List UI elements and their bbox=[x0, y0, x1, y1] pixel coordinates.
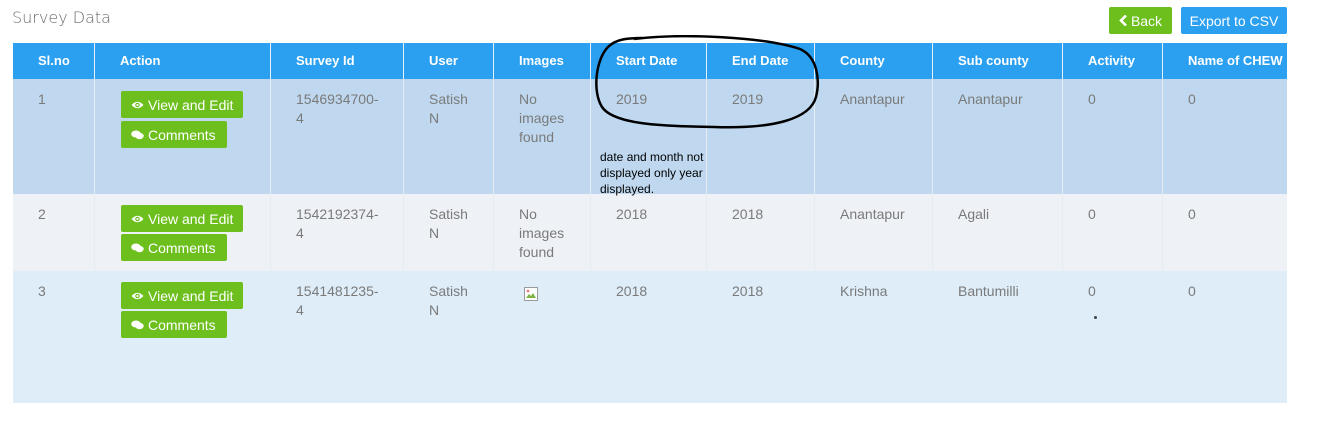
comments-icon bbox=[131, 317, 144, 333]
column-header-sub-county[interactable]: Sub county bbox=[933, 43, 1063, 79]
eye-icon bbox=[131, 211, 144, 227]
cell-user: Satish N bbox=[404, 271, 494, 403]
cell-slno: 1 bbox=[13, 79, 95, 194]
cell-activity: 0 bbox=[1063, 79, 1163, 194]
cell-user: Satish N bbox=[404, 194, 494, 271]
view-and-edit-label: View and Edit bbox=[148, 96, 234, 113]
cell-county: Krishna bbox=[815, 271, 933, 403]
table-row: 3 View and Edit Comments 1541481235-4 Sa… bbox=[13, 271, 1287, 403]
view-and-edit-button[interactable]: View and Edit bbox=[121, 91, 243, 118]
stray-dot bbox=[1094, 316, 1097, 319]
cell-survey-id: 1546934700-4 bbox=[271, 79, 404, 194]
cell-survey-id: 1542192374-4 bbox=[271, 194, 404, 271]
cell-chew: 0 bbox=[1188, 206, 1196, 222]
cell-chew: 0 bbox=[1188, 283, 1196, 299]
cell-survey-id: 1541481235-4 bbox=[271, 271, 404, 403]
cell-start-date: 2018 bbox=[591, 194, 707, 271]
chevron-left-icon bbox=[1119, 13, 1128, 29]
table-row: 2 View and Edit Comments 1542192374-4 Sa… bbox=[13, 194, 1287, 271]
column-header-activity[interactable]: Activity bbox=[1063, 43, 1163, 79]
view-and-edit-label: View and Edit bbox=[148, 210, 234, 227]
cell-county: Anantapur bbox=[815, 79, 933, 194]
cell-images: No images found bbox=[494, 194, 591, 271]
annotation-ellipse bbox=[595, 35, 819, 129]
cell-sub-county: Agali bbox=[933, 194, 1063, 271]
column-header-user[interactable]: User bbox=[404, 43, 494, 79]
comments-icon bbox=[131, 127, 144, 143]
comments-button[interactable]: Comments bbox=[121, 234, 227, 261]
cell-activity: 0 bbox=[1063, 194, 1163, 271]
cell-county: Anantapur bbox=[815, 194, 933, 271]
comments-icon bbox=[131, 240, 144, 256]
cell-end-date: 2018 bbox=[707, 194, 815, 271]
page-title: Survey Data bbox=[12, 8, 111, 27]
cell-end-date: 2018 bbox=[707, 271, 815, 403]
cell-sub-county: Anantapur bbox=[933, 79, 1063, 194]
cell-slno: 3 bbox=[13, 271, 95, 403]
cell-slno: 2 bbox=[13, 194, 95, 271]
cell-images bbox=[494, 271, 591, 403]
comments-label: Comments bbox=[148, 316, 216, 333]
broken-image-icon[interactable] bbox=[523, 286, 539, 302]
column-header-images[interactable]: Images bbox=[494, 43, 591, 79]
annotation-note: date and month not displayed only year d… bbox=[600, 150, 704, 196]
cell-chew: 0 bbox=[1188, 91, 1196, 107]
back-label: Back bbox=[1130, 12, 1163, 29]
back-button[interactable]: Back bbox=[1109, 7, 1172, 34]
comments-button[interactable]: Comments bbox=[121, 311, 227, 338]
comments-label: Comments bbox=[148, 126, 216, 143]
column-header-survey-id[interactable]: Survey Id bbox=[271, 43, 404, 79]
view-and-edit-button[interactable]: View and Edit bbox=[121, 282, 243, 309]
view-and-edit-label: View and Edit bbox=[148, 287, 234, 304]
eye-icon bbox=[131, 288, 144, 304]
comments-button[interactable]: Comments bbox=[121, 121, 227, 148]
column-header-chew[interactable]: Name of CHEW bbox=[1163, 43, 1287, 79]
column-header-slno[interactable]: Sl.no bbox=[13, 43, 95, 79]
cell-sub-county: Bantumilli bbox=[933, 271, 1063, 403]
view-and-edit-button[interactable]: View and Edit bbox=[121, 205, 243, 232]
eye-icon bbox=[131, 97, 144, 113]
cell-activity: 0 bbox=[1063, 271, 1163, 403]
export-csv-button[interactable]: Export to CSV bbox=[1181, 7, 1287, 34]
column-header-county[interactable]: County bbox=[815, 43, 933, 79]
cell-user: Satish N bbox=[404, 79, 494, 194]
column-header-action[interactable]: Action bbox=[95, 43, 271, 79]
cell-images: No images found bbox=[494, 79, 591, 194]
cell-start-date: 2018 bbox=[591, 271, 707, 403]
comments-label: Comments bbox=[148, 239, 216, 256]
